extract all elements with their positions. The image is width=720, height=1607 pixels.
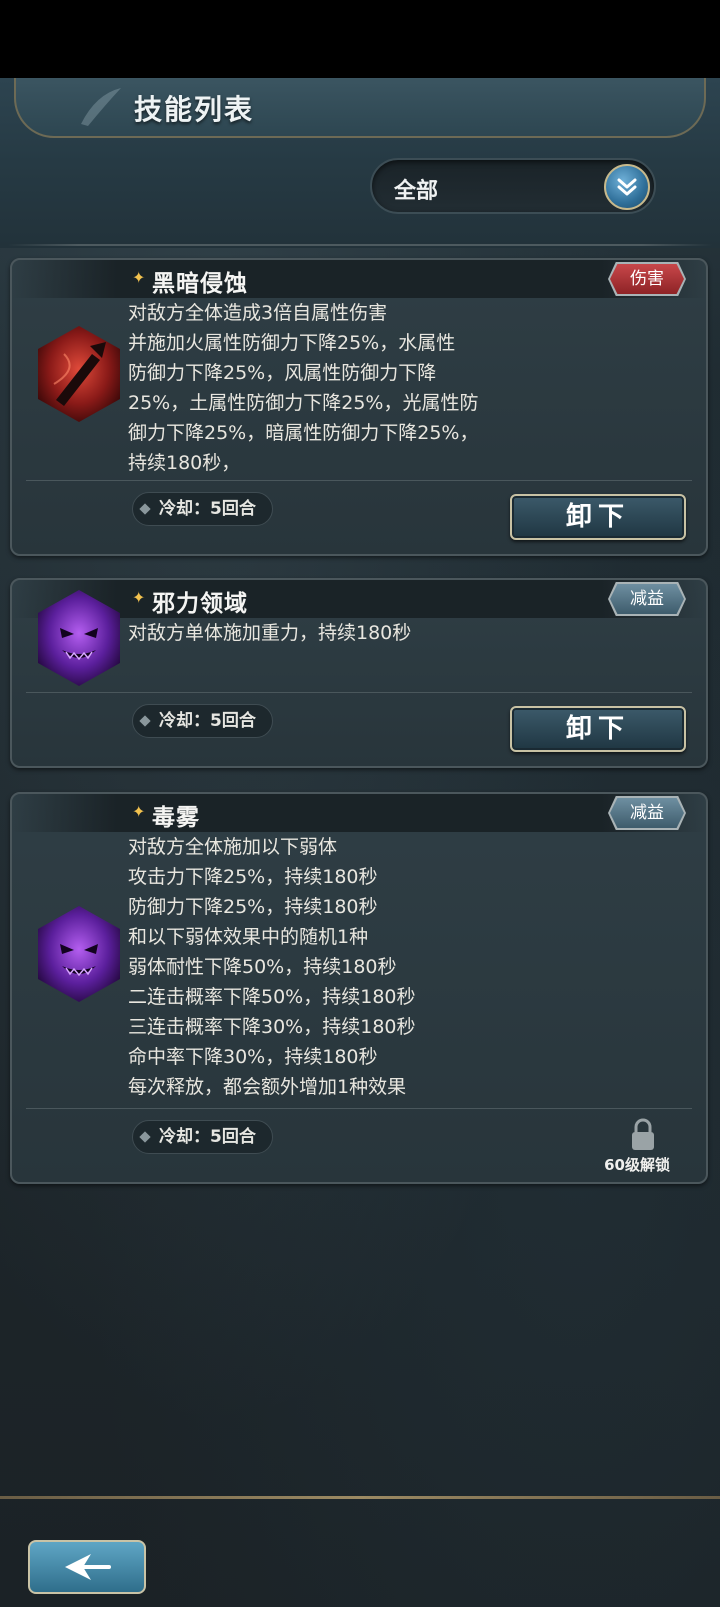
skill-description: 对敌方单体施加重力，持续180秒 [128,622,412,644]
cooldown-badge: 冷却：5回合 [132,492,273,526]
skill-description: 对敌方全体造成3倍自属性伤害 并施加火属性防御力下降25%，水属性 防御力下降2… [128,302,479,474]
filter-dropdown[interactable]: 全部 [370,158,656,214]
cooldown-badge: 冷却：5回合 [132,704,273,738]
unequip-button[interactable]: 卸下 [510,494,686,540]
unlock-level-label: 60级解锁 [604,1156,670,1174]
skill-name: 黑暗侵蚀 [152,271,248,297]
skill-card: ✦ 毒雾 减益 对敌方全体施加以下弱体 攻击力下降25%，持续180秒 防御力下… [10,792,708,1184]
skill-type-tag: 减益 [610,584,684,614]
star-icon: ✦ [132,802,146,821]
diamond-icon [139,715,151,727]
card-divider [26,692,692,693]
star-icon: ✦ [132,268,146,287]
header-frame: 技能列表 [14,78,706,138]
status-bar [0,0,720,78]
skill-type-tag: 伤害 [610,264,684,294]
dark-slash-icon [38,326,120,422]
skill-description: 对敌方全体施加以下弱体 攻击力下降25%，持续180秒 防御力下降25%，持续1… [128,836,416,1098]
card-divider [26,480,692,481]
feather-decoration-icon [81,88,121,126]
card-header [12,260,706,298]
card-header [12,794,706,832]
card-divider [26,1108,692,1109]
evil-face-icon [38,590,120,686]
star-icon: ✦ [132,588,146,607]
cooldown-text: 冷却：5回合 [159,1127,256,1147]
cooldown-text: 冷却：5回合 [159,711,256,731]
diamond-icon [139,1131,151,1143]
back-button[interactable] [28,1540,146,1594]
evil-face-icon [38,906,120,1002]
skill-name: 邪力领域 [152,591,248,617]
cooldown-text: 冷却：5回合 [159,499,256,519]
divider [8,244,712,246]
unequip-button[interactable]: 卸下 [510,706,686,752]
skill-name: 毒雾 [152,805,200,831]
footer-divider [0,1496,720,1499]
skill-list-screen: 技能列表 全部 ✦ 黑暗侵蚀 伤害 对敌方全体造成3倍自属性伤害 并施加火属性防… [0,78,720,1607]
back-arrow-icon [65,1554,111,1580]
skill-card: ✦ 邪力领域 减益 对敌方单体施加重力，持续180秒 冷却：5回合 卸下 [10,578,708,768]
skill-card: ✦ 黑暗侵蚀 伤害 对敌方全体造成3倍自属性伤害 并施加火属性防御力下降25%，… [10,258,708,556]
diamond-icon [139,503,151,515]
page-title: 技能列表 [134,93,255,126]
cooldown-badge: 冷却：5回合 [132,1120,273,1154]
chevron-double-down-icon[interactable] [604,164,650,210]
skill-type-tag: 减益 [610,798,684,828]
lock-icon [632,1118,654,1150]
filter-selected-label: 全部 [394,179,439,204]
header: 技能列表 全部 [0,78,720,248]
